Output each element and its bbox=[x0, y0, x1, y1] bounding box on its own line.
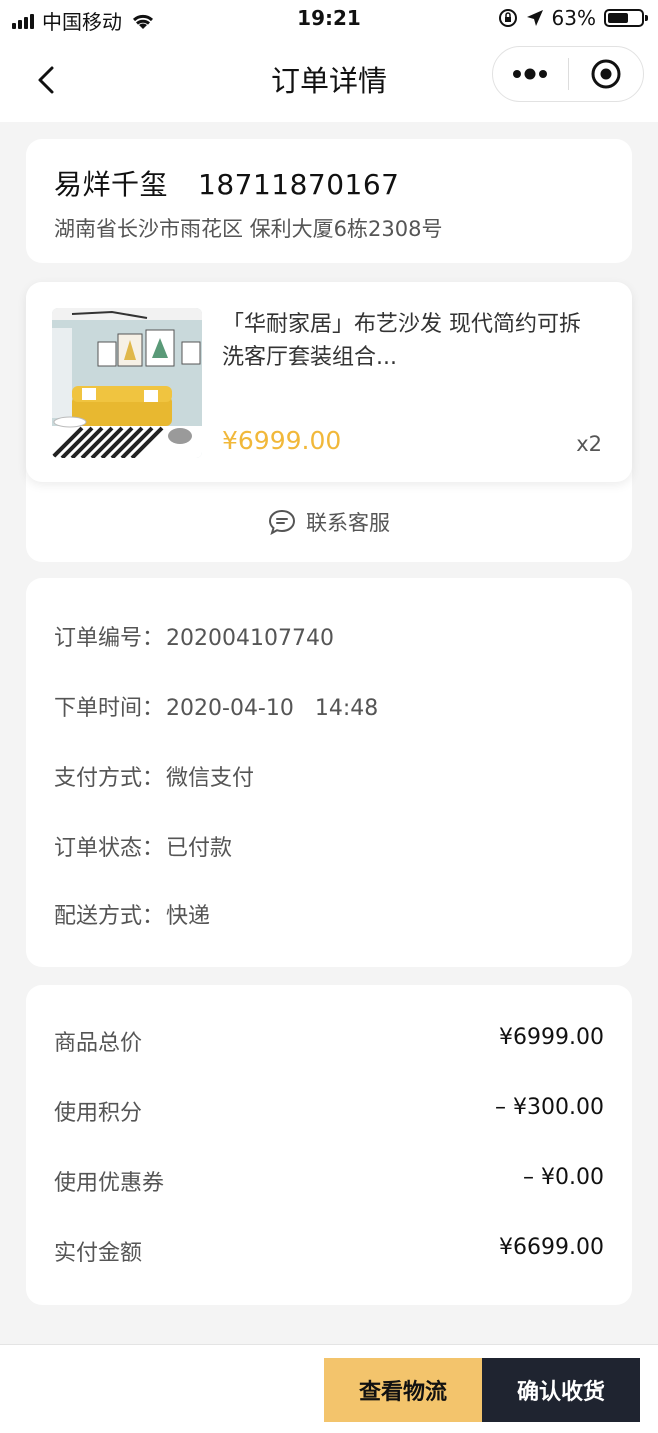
delivery-method-value: 快递 bbox=[166, 904, 211, 929]
order-info-card: 订单编号：202004107740 下单时间：2020-04-10 14:48 … bbox=[26, 578, 632, 967]
close-target-icon bbox=[591, 59, 621, 89]
payment-method-label: 支付方式： bbox=[54, 766, 165, 791]
points-value: – ¥300.00 bbox=[495, 1095, 604, 1120]
more-dots-icon bbox=[513, 68, 548, 80]
nav-bar: 订单详情 bbox=[0, 38, 658, 122]
points-row: 使用积分 – ¥300.00 bbox=[54, 1095, 604, 1127]
product-card: 「华耐家居」布艺沙发 现代简约可拆洗客厅套装组合... ¥6999.00 x2 … bbox=[26, 282, 632, 562]
payment-method-row: 支付方式：微信支付 bbox=[54, 760, 254, 792]
order-number-label: 订单编号： bbox=[54, 626, 165, 651]
confirm-receipt-button[interactable]: 确认收货 bbox=[482, 1358, 640, 1422]
product-price: ¥6999.00 bbox=[222, 426, 342, 455]
order-number-value: 202004107740 bbox=[166, 626, 334, 651]
delivery-method-row: 配送方式：快递 bbox=[54, 898, 210, 930]
view-logistics-button[interactable]: 查看物流 bbox=[324, 1358, 482, 1422]
status-right: 63% bbox=[498, 6, 648, 30]
rotation-lock-icon bbox=[498, 9, 517, 27]
address-detail: 湖南省长沙市雨花区 保利大厦6栋2308号 bbox=[54, 217, 443, 241]
order-number-row: 订单编号：202004107740 bbox=[54, 620, 334, 652]
chat-bubble-icon bbox=[268, 509, 296, 535]
price-summary-card: 商品总价 ¥6999.00 使用积分 – ¥300.00 使用优惠券 – ¥0.… bbox=[26, 985, 632, 1305]
bottom-action-bar: 查看物流 确认收货 bbox=[0, 1344, 658, 1433]
coupon-label: 使用优惠券 bbox=[54, 1171, 165, 1196]
location-arrow-icon bbox=[526, 10, 543, 26]
more-button[interactable] bbox=[493, 46, 568, 102]
contact-service-button[interactable]: 联系客服 bbox=[26, 482, 632, 562]
subtotal-label: 商品总价 bbox=[54, 1031, 143, 1056]
order-status-value: 已付款 bbox=[166, 836, 233, 861]
order-status-label: 订单状态： bbox=[54, 836, 165, 861]
product-quantity: x2 bbox=[576, 432, 602, 456]
contact-service-label: 联系客服 bbox=[306, 511, 390, 535]
recipient: 易烊千玺 18711870167 bbox=[54, 163, 399, 203]
paid-amount-row: 实付金额 ¥6699.00 bbox=[54, 1235, 604, 1267]
points-label: 使用积分 bbox=[54, 1101, 143, 1126]
recipient-phone: 18711870167 bbox=[198, 168, 400, 201]
coupon-value: – ¥0.00 bbox=[523, 1165, 604, 1190]
order-status-row: 订单状态：已付款 bbox=[54, 830, 232, 862]
status-bar: 中国移动 19:21 63% bbox=[0, 0, 658, 38]
payment-method-value: 微信支付 bbox=[166, 766, 255, 791]
mini-program-capsule bbox=[492, 46, 644, 102]
battery-percent: 63% bbox=[551, 6, 596, 30]
order-time-value: 2020-04-10 14:48 bbox=[166, 696, 379, 721]
address-card[interactable]: 易烊千玺 18711870167 湖南省长沙市雨花区 保利大厦6栋2308号 bbox=[26, 139, 632, 263]
coupon-row: 使用优惠券 – ¥0.00 bbox=[54, 1165, 604, 1197]
subtotal-row: 商品总价 ¥6999.00 bbox=[54, 1025, 604, 1057]
order-time-row: 下单时间：2020-04-10 14:48 bbox=[54, 690, 378, 722]
subtotal-value: ¥6999.00 bbox=[499, 1025, 604, 1050]
close-button[interactable] bbox=[569, 46, 644, 102]
delivery-method-label: 配送方式： bbox=[54, 904, 165, 929]
recipient-name: 易烊千玺 bbox=[54, 168, 169, 201]
product-item[interactable]: 「华耐家居」布艺沙发 现代简约可拆洗客厅套装组合... ¥6999.00 x2 bbox=[26, 282, 632, 482]
product-image bbox=[52, 308, 202, 458]
paid-amount-label: 实付金额 bbox=[54, 1241, 143, 1266]
order-time-label: 下单时间： bbox=[54, 696, 165, 721]
paid-amount-value: ¥6699.00 bbox=[499, 1235, 604, 1260]
product-title: 「华耐家居」布艺沙发 现代简约可拆洗客厅套装组合... bbox=[222, 312, 581, 370]
battery-icon bbox=[604, 9, 648, 27]
